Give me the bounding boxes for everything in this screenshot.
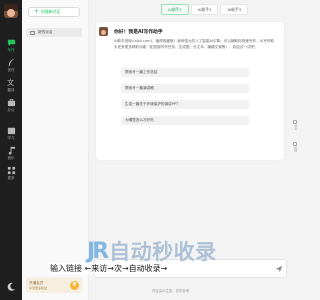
rail-item-translate[interactable]: 文 翻译 — [1, 76, 21, 98]
membership-promo[interactable]: 开通会员 享受更多权益 ¥ — [26, 277, 82, 293]
rail-item-music[interactable]: 音乐 — [1, 144, 21, 166]
translate-icon: 文 — [7, 78, 14, 87]
rail-item-study[interactable]: 学习 — [1, 124, 21, 146]
share-tool[interactable]: 分享 — [292, 120, 298, 130]
rail-item-office[interactable]: 办公 — [1, 96, 21, 118]
conversation-sidebar: + 创建新对话 新的对话 开通会员 享受更多权益 ¥ — [22, 0, 89, 300]
new-chat-button[interactable]: + 创建新对话 — [28, 7, 80, 17]
grid-icon — [7, 166, 15, 175]
suggestion-item[interactable]: 生成一篇关于环境保护的演讲PPT — [121, 100, 249, 109]
suggestion-item[interactable]: 帮我写一篇演讲稿 — [121, 84, 249, 93]
welcome-card: 你好！我是AI写作助手 AI助手官网:(aizx.com)，值得收藏哦！我有强大… — [96, 22, 284, 160]
rail-item-more[interactable]: 更多 — [1, 164, 21, 186]
moon-icon[interactable] — [6, 282, 16, 292]
greeting-title: 你好！我是AI写作助手 — [114, 30, 163, 35]
music-icon — [8, 146, 15, 155]
feedback-tool[interactable]: 反馈 — [292, 142, 298, 152]
left-rail: 写作 创作 文 翻译 办公 学习 音乐 更多 — [0, 0, 22, 300]
disclaimer: 内容由AI生成，仅供参考 — [152, 289, 190, 293]
tab-assistant-1[interactable]: AI助手1 — [161, 4, 189, 15]
svg-text:文: 文 — [7, 78, 14, 87]
briefcase-icon — [7, 98, 15, 107]
suggestion-item[interactable]: 帮我写一篇工作总结 — [121, 68, 249, 77]
send-icon[interactable] — [275, 265, 283, 273]
suggestion-item[interactable]: 为哪里怎么才好吃 — [121, 116, 249, 125]
conversation-item[interactable]: 新的对话 — [26, 28, 82, 37]
app-logo[interactable] — [4, 4, 18, 18]
coin-icon: ¥ — [70, 280, 79, 290]
intro-text: AI助手官网:(aizx.com)，值得收藏哦！我有强大的人工智能AI引擎，可以… — [114, 39, 274, 50]
rail-item-create[interactable]: 创作 — [1, 56, 21, 78]
chat-bubble-icon — [30, 30, 35, 35]
plus-icon: + — [34, 8, 40, 15]
tab-assistant-2[interactable]: AI助手2 — [190, 4, 219, 15]
watermark: JR 自动秒收录 — [87, 238, 217, 265]
assistant-avatar — [99, 27, 108, 36]
book-icon — [7, 127, 15, 135]
feather-icon — [8, 58, 14, 67]
tab-assistant-3[interactable]: AI助手3 — [220, 4, 249, 15]
chat-icon — [7, 39, 15, 47]
rail-item-write[interactable]: 写作 — [1, 36, 21, 58]
overlay-link-text: 输入链接 ←来访→次→自动收录→ — [50, 263, 168, 274]
watermark-logo: JR — [87, 238, 109, 264]
assistant-tabs: AI助手1 AI助手2 AI助手3 — [161, 4, 249, 15]
